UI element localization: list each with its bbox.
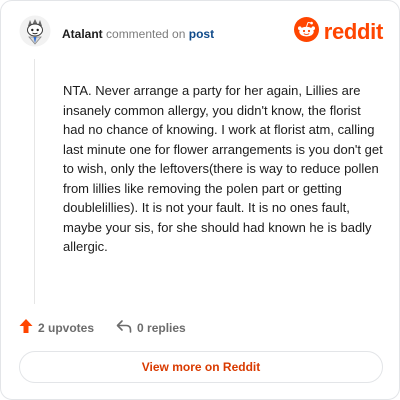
reddit-snoo-icon [293, 17, 319, 47]
comment-body: NTA. Never arrange a party for her again… [63, 83, 383, 254]
post-link[interactable]: post [189, 27, 214, 41]
thread-line [34, 59, 35, 304]
reply-button[interactable]: 0 replies [116, 319, 186, 338]
snoo-avatar-icon[interactable] [19, 15, 51, 47]
upvote-button[interactable]: 2 upvotes [19, 318, 94, 339]
reddit-wordmark: reddit [323, 19, 384, 44]
view-more-button[interactable]: View more on Reddit [19, 351, 383, 383]
reddit-logo[interactable]: reddit [293, 17, 384, 47]
upvote-count: 2 upvotes [38, 321, 95, 335]
comment-actions: 2 upvotes 0 replies [19, 318, 186, 338]
reply-count: 0 replies [137, 321, 186, 335]
commented-on-text: commented on [106, 27, 186, 41]
comment-meta: Atalant commented on post [62, 27, 214, 41]
comment-header: Atalant commented on post reddit [19, 15, 383, 55]
username-link[interactable]: Atalant [62, 27, 103, 41]
reply-arrow-icon [116, 319, 132, 338]
comment-embed-card: Atalant commented on post reddit NTA. Ne… [0, 0, 400, 400]
upvote-arrow-icon [19, 318, 33, 339]
